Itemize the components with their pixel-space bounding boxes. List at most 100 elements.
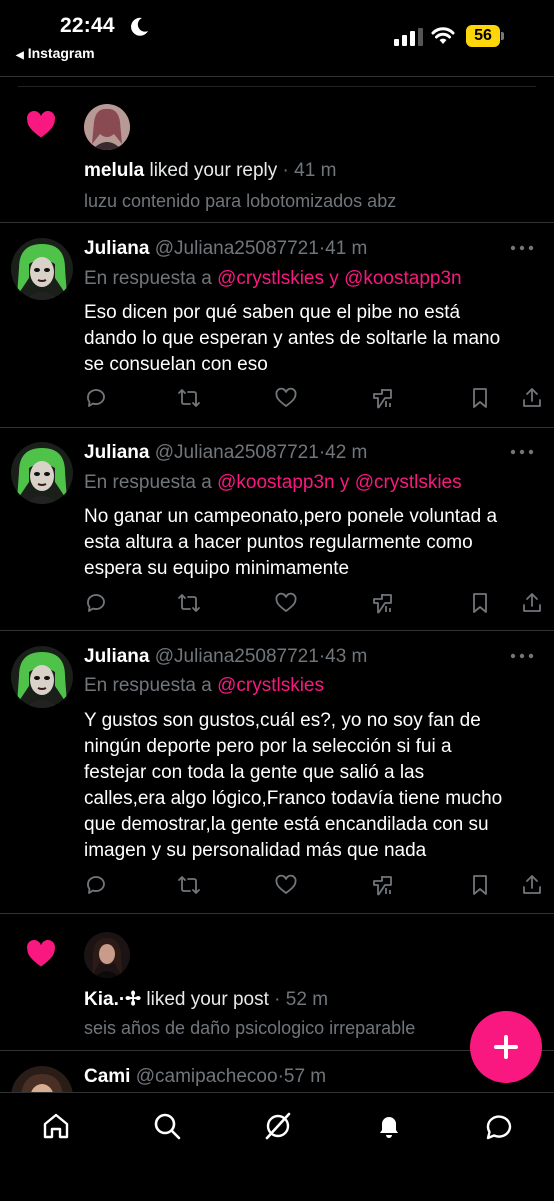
share-icon[interactable] xyxy=(520,873,544,897)
messages-icon[interactable] xyxy=(484,1111,514,1141)
divider xyxy=(0,913,554,914)
notification-text: Kia.·✢ liked your post · 52 m xyxy=(84,988,328,1011)
avatar[interactable] xyxy=(11,238,73,300)
retweet-icon[interactable] xyxy=(177,873,201,897)
tweet-header: Cami @camipachecoo·57 m xyxy=(84,1066,326,1088)
text-line: Eso dicen por qué saben que el pibe no e… xyxy=(84,302,461,323)
notification-snippet: luzu contenido para lobotomizados abz xyxy=(84,191,397,211)
tweet-time: 41 m xyxy=(325,238,368,259)
mention-link[interactable]: @koostapp3n xyxy=(217,472,335,493)
text-line: ningún deporte pero por la selección si … xyxy=(84,736,452,757)
like-icon[interactable] xyxy=(274,873,298,897)
retweet-icon[interactable] xyxy=(177,386,201,410)
text-line: No ganar un campeonato,pero ponele volun… xyxy=(84,506,498,527)
notification-user[interactable]: Kia.·✢ xyxy=(84,989,141,1010)
cellular-signal-icon xyxy=(394,28,423,46)
back-to-app-link[interactable]: ◀ Instagram xyxy=(16,45,95,61)
share-icon[interactable] xyxy=(520,386,544,410)
retweet-icon[interactable] xyxy=(177,591,201,615)
avatar[interactable] xyxy=(11,442,73,504)
plus-icon xyxy=(504,1035,508,1059)
mention-link[interactable]: @crystlskies xyxy=(355,472,462,493)
divider xyxy=(0,630,554,631)
text-line: se consuelan con eso xyxy=(84,354,268,375)
search-icon[interactable] xyxy=(152,1111,182,1141)
compose-button[interactable] xyxy=(470,1011,542,1083)
reply-context: En respuesta a @crystlskies xyxy=(84,675,324,697)
more-options-icon[interactable] xyxy=(508,651,536,661)
text-line: imagen y su personalidad más que nada xyxy=(84,840,427,861)
divider xyxy=(0,427,554,428)
tweet-time: 42 m xyxy=(325,442,368,463)
text-line: esta altura a hacer puntos regularmente … xyxy=(84,532,473,553)
author-handle[interactable]: @Juliana25087721 xyxy=(155,646,319,667)
battery-indicator: 56 xyxy=(466,25,506,47)
author-name[interactable]: Juliana xyxy=(84,238,149,259)
notification-action: liked your post xyxy=(146,989,269,1010)
heart-icon xyxy=(27,940,55,967)
moon-icon xyxy=(131,17,148,36)
avatar[interactable] xyxy=(84,104,130,150)
mention-link[interactable]: @crystlskies xyxy=(217,268,324,289)
author-name[interactable]: Juliana xyxy=(84,442,149,463)
avatar[interactable] xyxy=(84,932,130,978)
author-handle[interactable]: @camipachecoo xyxy=(136,1066,278,1087)
text-line: dando lo que esperan y antes de soltarle… xyxy=(84,328,501,349)
text-line: espera su equipo minimamente xyxy=(84,558,350,579)
mention-link[interactable]: @koostapp3n xyxy=(344,268,462,289)
reply-icon[interactable] xyxy=(84,873,108,897)
reply-icon[interactable] xyxy=(84,386,108,410)
like-icon[interactable] xyxy=(274,591,298,615)
tweet-actions xyxy=(84,591,544,617)
status-bar: 22:44 ◀ Instagram 56 xyxy=(0,0,554,70)
divider xyxy=(18,86,536,87)
notification-time: 52 m xyxy=(285,989,329,1010)
tweet-header: Juliana @Juliana25087721·43 m xyxy=(84,646,367,668)
reply-and: y xyxy=(329,268,339,289)
views-icon[interactable] xyxy=(371,591,395,615)
avatar[interactable] xyxy=(11,646,73,708)
reply-and: y xyxy=(339,472,350,493)
battery-level: 56 xyxy=(466,25,500,47)
battery-nub xyxy=(501,32,504,40)
tweet-actions xyxy=(84,386,544,412)
tweet-time: 43 m xyxy=(325,646,368,667)
more-options-icon[interactable] xyxy=(508,447,536,457)
bottom-nav xyxy=(0,1092,554,1201)
more-options-icon[interactable] xyxy=(508,243,536,253)
reply-context: En respuesta a @koostapp3n y @crystlskie… xyxy=(84,472,462,494)
tweet-text: Eso dicen por qué saben que el pibe no e… xyxy=(84,300,544,378)
text-line: festejar con toda la gente que salió a l… xyxy=(84,762,425,783)
like-icon[interactable] xyxy=(274,386,298,410)
share-icon[interactable] xyxy=(520,591,544,615)
bookmark-icon[interactable] xyxy=(468,873,492,897)
tweet-time: 57 m xyxy=(283,1066,327,1087)
tweet-header: Juliana @Juliana25087721·41 m xyxy=(84,238,367,260)
clock: 22:44 xyxy=(60,14,115,37)
wifi-icon xyxy=(431,27,455,44)
notifications-icon[interactable] xyxy=(374,1111,404,1141)
tweet-text: No ganar un campeonato,pero ponele volun… xyxy=(84,504,544,582)
bookmark-icon[interactable] xyxy=(468,591,492,615)
author-name[interactable]: Cami xyxy=(84,1066,130,1087)
reply-prefix: En respuesta a xyxy=(84,268,212,289)
author-handle[interactable]: @Juliana25087721 xyxy=(155,442,319,463)
home-icon[interactable] xyxy=(41,1111,71,1141)
reply-prefix: En respuesta a xyxy=(84,472,212,493)
bookmark-icon[interactable] xyxy=(468,386,492,410)
views-icon[interactable] xyxy=(371,386,395,410)
back-triangle-icon: ◀ xyxy=(16,50,24,61)
divider xyxy=(0,222,554,223)
grok-icon[interactable] xyxy=(263,1111,293,1141)
tweet-header: Juliana @Juliana25087721·42 m xyxy=(84,442,367,464)
mention-link[interactable]: @crystlskies xyxy=(217,675,324,696)
reply-icon[interactable] xyxy=(84,591,108,615)
separator: · xyxy=(282,160,289,181)
back-app-label: Instagram xyxy=(27,45,95,61)
notification-user[interactable]: melula xyxy=(84,160,144,181)
notification-text: melula liked your reply · 41 m xyxy=(84,160,336,182)
author-handle[interactable]: @Juliana25087721 xyxy=(155,238,319,259)
views-icon[interactable] xyxy=(371,873,395,897)
reply-prefix: En respuesta a xyxy=(84,675,212,696)
author-name[interactable]: Juliana xyxy=(84,646,149,667)
